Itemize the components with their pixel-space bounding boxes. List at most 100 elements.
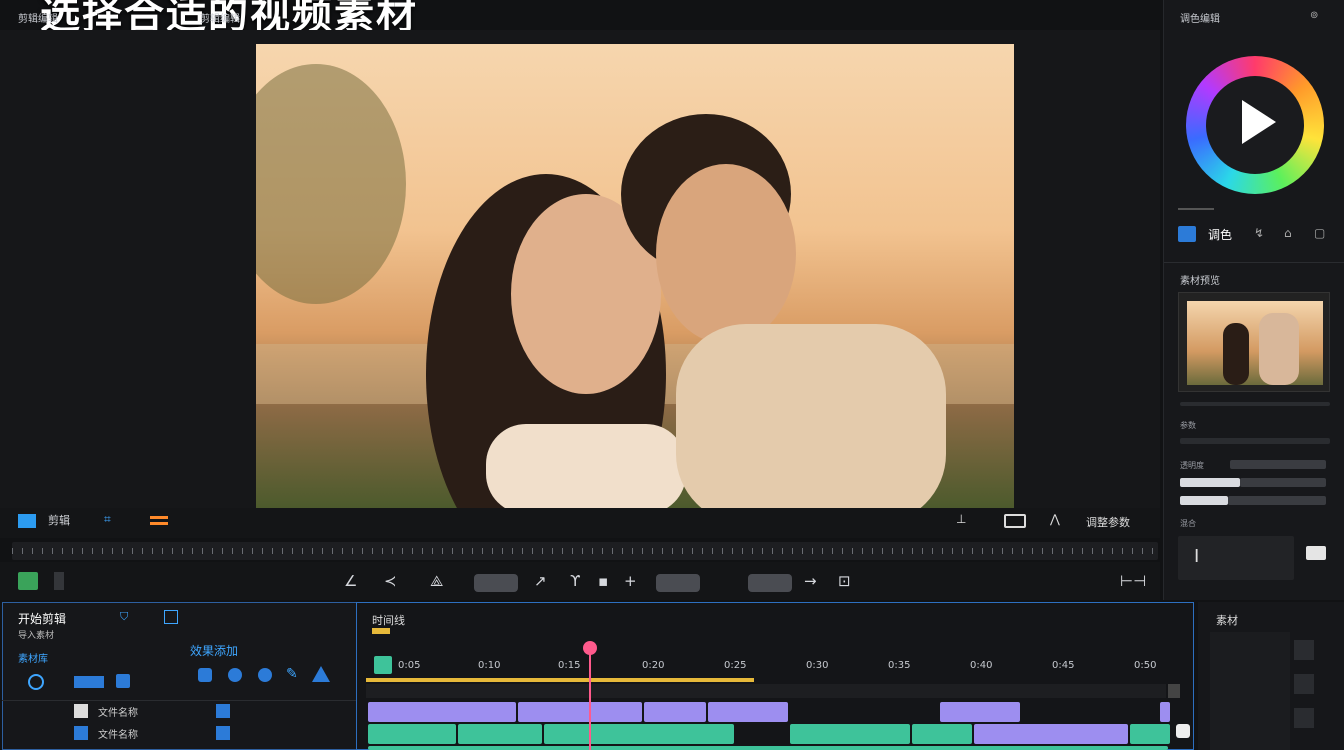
menu-label[interactable]: 剪辑: [48, 512, 70, 528]
mountain-icon[interactable]: ⋀: [1050, 512, 1060, 526]
color-tab-label[interactable]: 调色: [1208, 226, 1232, 243]
param-bar-5[interactable]: [1180, 496, 1228, 505]
tick-label: 0:30: [806, 660, 829, 671]
top-label-left: 剪辑编辑: [18, 14, 58, 25]
preview-thumbnail[interactable]: [1178, 292, 1330, 392]
effects-label[interactable]: 效果添加: [190, 642, 238, 659]
tick-label: 0:20: [642, 660, 665, 671]
asset-icon-2[interactable]: [1294, 674, 1314, 694]
slider-track[interactable]: [1180, 402, 1330, 406]
clip-audio[interactable]: [368, 746, 1168, 750]
layers-icon[interactable]: [150, 516, 168, 519]
media-tabs-label[interactable]: 素材库: [18, 650, 48, 665]
magnet-icon[interactable]: ⟁: [430, 572, 443, 590]
media-clip-icon[interactable]: [74, 676, 104, 688]
effect-icon-4[interactable]: ✎: [286, 666, 298, 682]
timeline-start-marker[interactable]: [374, 656, 392, 674]
tick-label: 0:25: [724, 660, 747, 671]
play-icon[interactable]: [1242, 100, 1276, 144]
speed-field[interactable]: [474, 574, 518, 592]
grid-icon[interactable]: [18, 514, 36, 528]
top-label-mid: 剪辑编辑: [200, 14, 240, 25]
warning-icon[interactable]: [312, 666, 330, 682]
tick-label: 0:45: [1052, 660, 1075, 671]
clip-video-7[interactable]: [1130, 724, 1170, 744]
file-thumb-1[interactable]: [74, 704, 88, 718]
file-name-2[interactable]: 文件名称: [98, 726, 138, 741]
timeline-tag: [372, 628, 390, 634]
param-bar-1[interactable]: [1180, 438, 1330, 444]
file-flag-2[interactable]: [216, 726, 230, 740]
add-icon[interactable]: +: [624, 572, 637, 590]
color-panel-title: 调色编辑: [1180, 14, 1220, 25]
clip-video-6[interactable]: [974, 724, 1128, 744]
blend-toggle[interactable]: [1306, 546, 1326, 560]
marker-dot-icon[interactable]: ▪: [598, 572, 608, 590]
clip-title-2[interactable]: [518, 702, 642, 722]
split-icon[interactable]: ≺: [384, 572, 397, 590]
align-icon[interactable]: ⊥: [956, 512, 966, 526]
param-bar-6[interactable]: [1228, 496, 1326, 505]
offset-field[interactable]: [748, 574, 792, 592]
track-empty: [366, 684, 1166, 698]
effect-icon-3[interactable]: [258, 668, 272, 682]
param-bar-2[interactable]: [1230, 460, 1326, 469]
adjust-label[interactable]: 调整参数: [1086, 514, 1130, 530]
zoom-field[interactable]: [656, 574, 700, 592]
param-bar-3[interactable]: [1180, 478, 1240, 487]
asset-icon-3[interactable]: [1294, 708, 1314, 728]
effect-icon-1[interactable]: [198, 668, 212, 682]
row-label-3: 混合: [1180, 519, 1196, 528]
layers-icon-line: [150, 522, 168, 525]
tick-label: 0:35: [888, 660, 911, 671]
clip-video-1[interactable]: [368, 724, 456, 744]
divider: [1178, 208, 1214, 210]
crop-icon[interactable]: ⌗: [104, 512, 111, 527]
tick-label: 0:05: [398, 660, 421, 671]
tool-icon-c[interactable]: ▢: [1314, 226, 1325, 240]
clip-video-3[interactable]: [544, 724, 734, 744]
asset-icon-1[interactable]: [1294, 640, 1314, 660]
play-circle-icon[interactable]: [28, 674, 44, 690]
clip-video-4[interactable]: [790, 724, 910, 744]
clip-title-3[interactable]: [644, 702, 706, 722]
next-icon[interactable]: →: [804, 572, 817, 590]
marker-button[interactable]: [54, 572, 64, 590]
clip-title-6[interactable]: [1160, 702, 1170, 722]
panel-menu-icon[interactable]: ⊚: [1310, 10, 1318, 21]
fit-icon[interactable]: ⊢⊣: [1120, 572, 1146, 590]
clip-video-2[interactable]: [458, 724, 542, 744]
param-bar-4[interactable]: [1240, 478, 1326, 487]
tick-label: 0:10: [478, 660, 501, 671]
track-scroll[interactable]: [1168, 684, 1180, 698]
curve-icon[interactable]: ϒ: [570, 572, 580, 590]
window-icon[interactable]: [164, 610, 178, 624]
file-thumb-2[interactable]: [74, 726, 88, 740]
divider: [1164, 262, 1344, 263]
blend-box[interactable]: I: [1178, 536, 1294, 580]
file-flag-1[interactable]: [216, 704, 230, 718]
pointer-icon[interactable]: ↗: [534, 572, 547, 590]
tool-icon-a[interactable]: ↯: [1254, 226, 1264, 240]
track-toggle[interactable]: [1176, 724, 1190, 738]
color-tab-icon[interactable]: [1178, 226, 1196, 242]
export-icon[interactable]: ⊡: [838, 572, 851, 590]
clip-video-5[interactable]: [912, 724, 972, 744]
screen-icon[interactable]: [1004, 514, 1026, 528]
clip-title-1[interactable]: [368, 702, 516, 722]
cut-icon[interactable]: ∠: [344, 572, 357, 590]
assets-list[interactable]: [1210, 632, 1290, 750]
record-button[interactable]: [18, 572, 38, 590]
color-wheel[interactable]: [1186, 56, 1324, 194]
clip-title-4[interactable]: [708, 702, 788, 722]
file-name-1[interactable]: 文件名称: [98, 704, 138, 719]
preview-ruler[interactable]: [12, 542, 1158, 560]
playhead-handle[interactable]: [583, 641, 597, 655]
playhead[interactable]: [589, 646, 591, 750]
work-area-bar[interactable]: [366, 678, 754, 682]
effect-icon-2[interactable]: [228, 668, 242, 682]
tool-icon-b[interactable]: ⌂: [1284, 226, 1292, 240]
shield-icon[interactable]: ⛉: [120, 610, 128, 624]
folder-icon[interactable]: [116, 674, 130, 688]
clip-title-5[interactable]: [940, 702, 1020, 722]
